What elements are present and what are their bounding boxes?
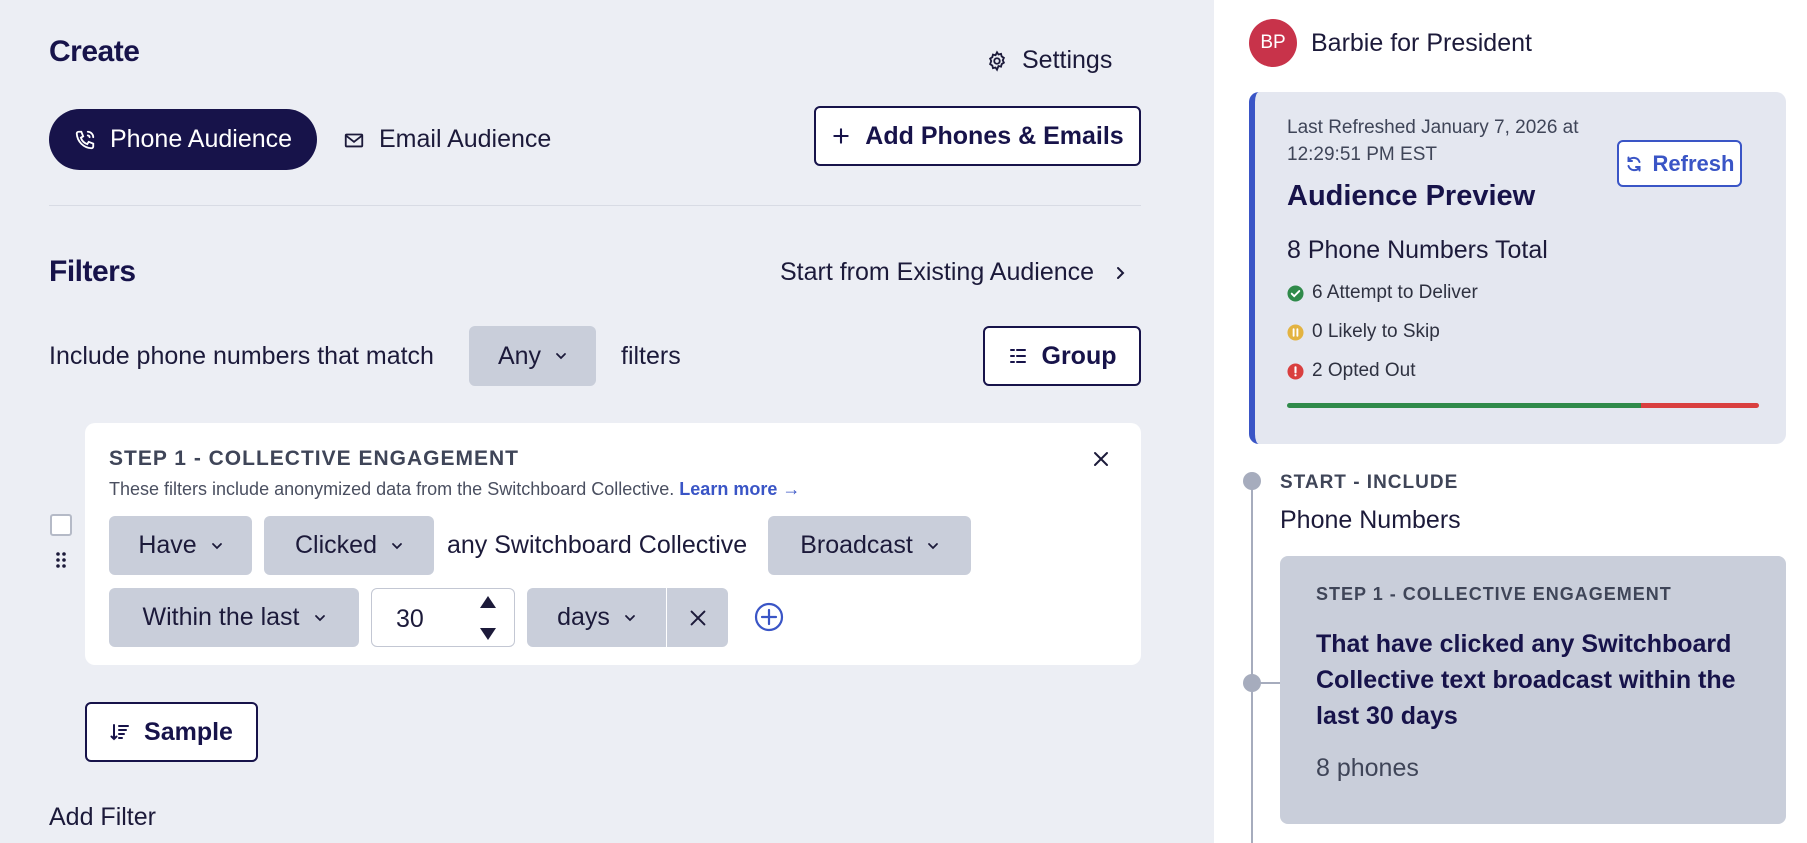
refresh-button[interactable]: Refresh [1617,140,1742,187]
preview-title: Audience Preview [1287,180,1536,212]
add-filter-link[interactable]: Add Filter [49,803,156,832]
tab-email-audience[interactable]: Email Audience [343,109,551,170]
phone-icon [75,130,95,149]
avatar[interactable]: BP [1249,19,1297,67]
filter-step-card: STEP 1 - COLLECTIVE ENGAGEMENT These fil… [85,423,1141,665]
audience-sidebar: BP Barbie for President Last Refreshed J… [1214,0,1807,843]
number-value: 30 [396,605,424,633]
stat-label: 6 Attempt to Deliver [1312,282,1478,303]
number-input[interactable]: 30 [371,588,515,647]
chevron-right-icon [1117,266,1125,279]
learn-more-link[interactable]: Learn more → [679,479,800,499]
sample-button[interactable]: Sample [85,702,258,762]
decrement-icon[interactable] [479,627,497,641]
start-existing-label: Start from Existing Audience [780,258,1095,286]
stat-label: 2 Opted Out [1312,360,1416,381]
stat-label: 0 Likely to Skip [1312,321,1440,342]
timeline-step-card[interactable]: STEP 1 - COLLECTIVE ENGAGEMENT That have… [1280,556,1786,824]
filters-word: filters [621,342,681,370]
last-refreshed-text: Last Refreshed January 7, 2026 at 12:29:… [1287,117,1579,165]
match-mode-select[interactable]: Any [469,326,596,386]
gear-icon [988,49,1006,72]
number-stepper[interactable] [472,595,504,641]
refresh-label: Refresh [1652,150,1735,176]
section-divider [49,205,1141,206]
timeline-dot [1243,472,1261,490]
timeframe-select[interactable]: Within the last [109,588,359,647]
stat-likely-skip: 0 Likely to Skip [1287,321,1440,343]
tab-phone-label: Phone Audience [109,125,293,153]
settings-label: Settings [1022,46,1113,74]
timeline-connector [1252,682,1280,684]
group-label: Group [1041,341,1117,370]
filters-title: Filters [49,255,136,288]
envelope-icon [344,133,364,147]
chevron-down-icon [927,542,938,549]
close-icon[interactable] [1089,447,1113,471]
chevron-down-icon [625,614,635,621]
stat-opted-out: 2 Opted Out [1287,360,1416,382]
collective-text: any Switchboard Collective [447,531,748,559]
stat-attempt-deliver: 6 Attempt to Deliver [1287,282,1478,304]
settings-button[interactable]: Settings [986,46,1112,75]
group-button[interactable]: Group [983,326,1141,386]
timeframe-value: Within the last [142,603,300,631]
close-icon [690,610,705,625]
plus-icon [833,128,850,144]
include-match-label: Include phone numbers that match [49,342,434,370]
chevron-down-icon [392,542,402,549]
progress-deliver-segment [1287,403,1641,408]
main-panel: Create Settings Phone Audience Email Aud… [0,0,1214,843]
page-title: Create [49,35,140,68]
total-count: 8 Phone Numbers Total [1287,236,1548,264]
pause-circle-icon [1287,323,1304,341]
timeline-step-description: That have clicked any Switchboard Collec… [1316,630,1736,730]
sample-label: Sample [144,717,233,746]
chevron-down-icon [211,542,222,549]
have-value: Have [138,531,197,559]
match-mode-value: Any [497,341,542,370]
unit-select[interactable]: days [527,588,666,647]
action-select[interactable]: Clicked [264,516,434,575]
timeline-line [1251,480,1253,843]
step-description-text: These filters include anonymized data fr… [109,479,675,499]
step-description: These filters include anonymized data fr… [109,479,800,500]
tab-email-label: Email Audience [379,125,552,153]
clear-timeframe-button[interactable] [667,588,728,647]
timeline-step-title: STEP 1 - COLLECTIVE ENGAGEMENT [1316,584,1672,604]
have-select[interactable]: Have [109,516,252,575]
chevron-down-icon [556,353,566,360]
chevron-down-icon [314,614,325,621]
filter-row-checkbox[interactable] [50,514,72,536]
alert-circle-icon [1287,362,1304,380]
add-phones-emails-button[interactable]: Add Phones & Emails [814,106,1141,166]
type-select[interactable]: Broadcast [768,516,971,575]
timeline-step-count: 8 phones [1316,754,1419,782]
progress-opted-out-segment [1641,403,1759,408]
add-circle-icon[interactable] [753,601,785,633]
unit-value: days [557,603,610,631]
type-value: Broadcast [800,531,913,559]
start-from-existing-link[interactable]: Start from Existing Audience [780,258,1128,287]
group-list-icon [1009,349,1026,363]
timeline-start-sub: Phone Numbers [1280,506,1461,534]
tab-phone-audience[interactable]: Phone Audience [49,109,317,170]
organization-name: Barbie for President [1311,29,1532,57]
audience-preview-card: Last Refreshed January 7, 2026 at 12:29:… [1249,92,1786,444]
add-phones-label: Add Phones & Emails [865,121,1124,150]
step-title: STEP 1 - COLLECTIVE ENGAGEMENT [109,447,519,470]
refresh-icon [1627,156,1641,171]
audience-progress-bar [1287,403,1759,408]
increment-icon[interactable] [479,595,497,609]
check-circle-icon [1287,284,1304,302]
action-value: Clicked [295,531,377,559]
timeline-start-label: START - INCLUDE [1280,472,1459,493]
drag-handle-icon[interactable] [54,551,68,569]
sort-list-icon [110,724,130,741]
